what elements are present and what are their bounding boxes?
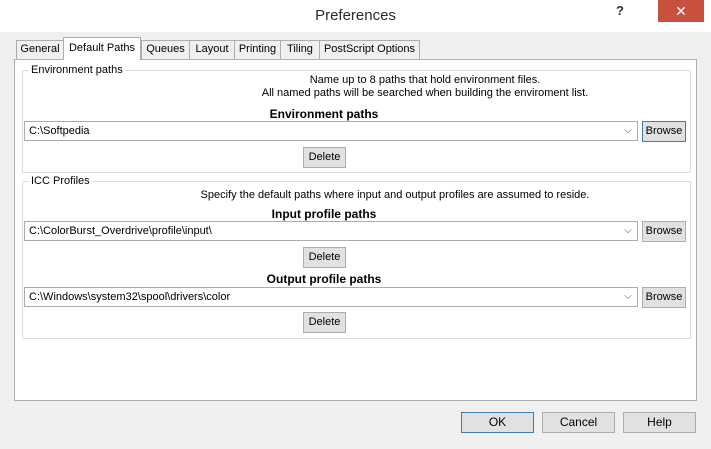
input-profile-delete-button[interactable]: Delete	[303, 247, 346, 268]
environment-path-value: C:\Softpedia	[29, 125, 90, 137]
ok-button[interactable]: OK	[461, 412, 534, 433]
input-profile-browse-button[interactable]: Browse	[642, 221, 686, 242]
cancel-button[interactable]: Cancel	[542, 412, 615, 433]
output-profile-paths-heading: Output profile paths	[266, 272, 382, 286]
environment-group-title: Environment paths	[29, 64, 125, 76]
environment-path-dropdown[interactable]: C:\Softpedia ⌵	[24, 121, 638, 141]
output-profile-browse-button[interactable]: Browse	[642, 287, 686, 308]
close-button[interactable]: ✕	[658, 0, 704, 22]
tab-layout[interactable]: Layout	[189, 40, 235, 59]
help-button[interactable]: Help	[623, 412, 696, 433]
tab-postscript-options[interactable]: PostScript Options	[319, 40, 420, 59]
tab-panel-default-paths: Environment paths Name up to 8 paths tha…	[14, 59, 697, 401]
environment-paths-heading: Environment paths	[269, 107, 379, 121]
environment-browse-button[interactable]: Browse	[642, 121, 686, 142]
chevron-down-icon: ⌵	[624, 291, 632, 302]
tab-queues[interactable]: Queues	[141, 40, 190, 59]
tab-general[interactable]: General	[16, 40, 64, 59]
chevron-down-icon: ⌵	[624, 225, 632, 236]
preferences-dialog: Preferences ? ✕ General Default Paths Qu…	[0, 0, 711, 449]
output-profile-path-value: C:\Windows\system32\spool\drivers\color	[29, 291, 231, 303]
environment-info-line2: All named paths will be searched when bu…	[261, 87, 589, 99]
tab-tiling[interactable]: Tiling	[280, 40, 320, 59]
icc-group-title: ICC Profiles	[29, 175, 92, 187]
output-profile-path-dropdown[interactable]: C:\Windows\system32\spool\drivers\color …	[24, 287, 638, 307]
input-profile-path-value: C:\ColorBurst_Overdrive\profile\input\	[29, 225, 212, 237]
help-question-icon[interactable]: ?	[600, 0, 640, 26]
title-bar[interactable]: Preferences ? ✕	[0, 0, 711, 32]
output-profile-delete-button[interactable]: Delete	[303, 312, 346, 333]
input-profile-paths-heading: Input profile paths	[271, 207, 377, 221]
tab-default-paths[interactable]: Default Paths	[63, 37, 141, 60]
icc-info-text: Specify the default paths where input an…	[200, 189, 590, 201]
input-profile-path-dropdown[interactable]: C:\ColorBurst_Overdrive\profile\input\ ⌵	[24, 221, 638, 241]
icc-profiles-group: ICC Profiles	[22, 175, 691, 339]
tab-printing[interactable]: Printing	[234, 40, 281, 59]
chevron-down-icon: ⌵	[624, 125, 632, 136]
environment-delete-button[interactable]: Delete	[303, 147, 346, 168]
environment-info-line1: Name up to 8 paths that hold environment…	[309, 74, 541, 86]
